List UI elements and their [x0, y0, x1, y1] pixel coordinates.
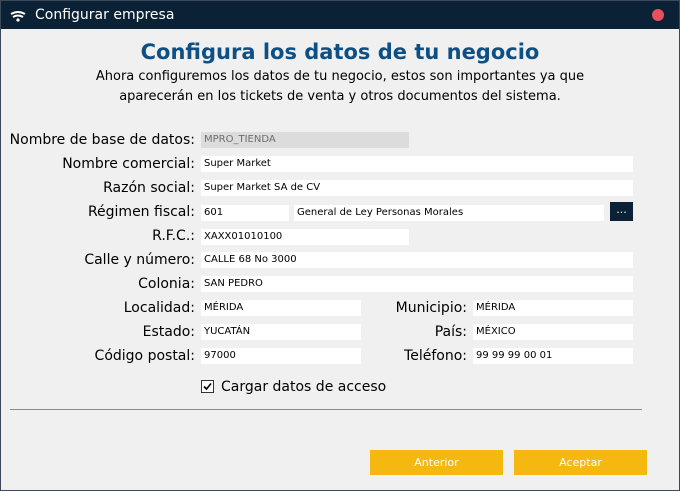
subtitle-line-1: Ahora configuremos los datos de tu negoc…	[95, 69, 585, 84]
rfc-label: R.F.C.:	[152, 228, 195, 244]
title-bar: Configurar empresa	[1, 1, 679, 29]
load-access-label[interactable]: Cargar datos de acceso	[221, 378, 386, 396]
tax-regime-description-field[interactable]: General de Ley Personas Morales	[294, 205, 604, 221]
db-name-field: MPRO_TIENDA	[201, 132, 409, 148]
locality-label: Localidad:	[123, 300, 195, 316]
accept-button[interactable]: Aceptar	[514, 450, 647, 475]
municipality-field[interactable]: MÉRIDA	[473, 300, 633, 316]
legal-name-label: Razón social:	[103, 180, 195, 196]
app-logo-icon	[10, 8, 26, 22]
subtitle-line-2: aparecerán en los tickets de venta y otr…	[119, 89, 561, 104]
colony-label: Colonia:	[138, 276, 195, 292]
configure-company-window: Configurar empresa Configura los datos d…	[0, 0, 680, 491]
db-name-label: Nombre de base de datos:	[9, 132, 195, 148]
municipality-label: Municipio:	[395, 300, 467, 316]
country-label: País:	[434, 324, 467, 340]
window-title: Configurar empresa	[35, 7, 175, 23]
checkmark-icon	[203, 382, 212, 391]
back-button[interactable]: Anterior	[370, 450, 503, 475]
phone-label: Teléfono:	[404, 348, 467, 364]
street-field[interactable]: CALLE 68 No 3000	[201, 252, 633, 268]
trade-name-field[interactable]: Super Market	[201, 156, 633, 172]
phone-field[interactable]: 99 99 99 00 01	[473, 348, 633, 364]
state-label: Estado:	[142, 324, 195, 340]
locality-field[interactable]: MÉRIDA	[201, 300, 361, 316]
tax-regime-label: Régimen fiscal:	[87, 204, 195, 220]
rfc-field[interactable]: XAXX01010100	[201, 229, 409, 245]
trade-name-label: Nombre comercial:	[62, 156, 195, 172]
close-icon[interactable]	[652, 9, 664, 21]
load-access-checkbox[interactable]	[201, 380, 214, 393]
street-label: Calle y número:	[84, 252, 195, 268]
page-title: Configura los datos de tu negocio	[140, 40, 540, 64]
tax-regime-code-field[interactable]: 601	[201, 205, 289, 221]
footer-divider	[10, 409, 642, 410]
legal-name-field[interactable]: Super Market SA de CV	[201, 180, 633, 196]
country-field[interactable]: MÉXICO	[473, 324, 633, 340]
postal-code-label: Código postal:	[94, 348, 195, 364]
state-field[interactable]: YUCATÁN	[201, 324, 361, 340]
colony-field[interactable]: SAN PEDRO	[201, 276, 633, 292]
page-subtitle: Ahora configuremos los datos de tu negoc…	[1, 67, 679, 107]
postal-code-field[interactable]: 97000	[201, 348, 361, 364]
tax-regime-search-button[interactable]: ...	[610, 202, 633, 221]
